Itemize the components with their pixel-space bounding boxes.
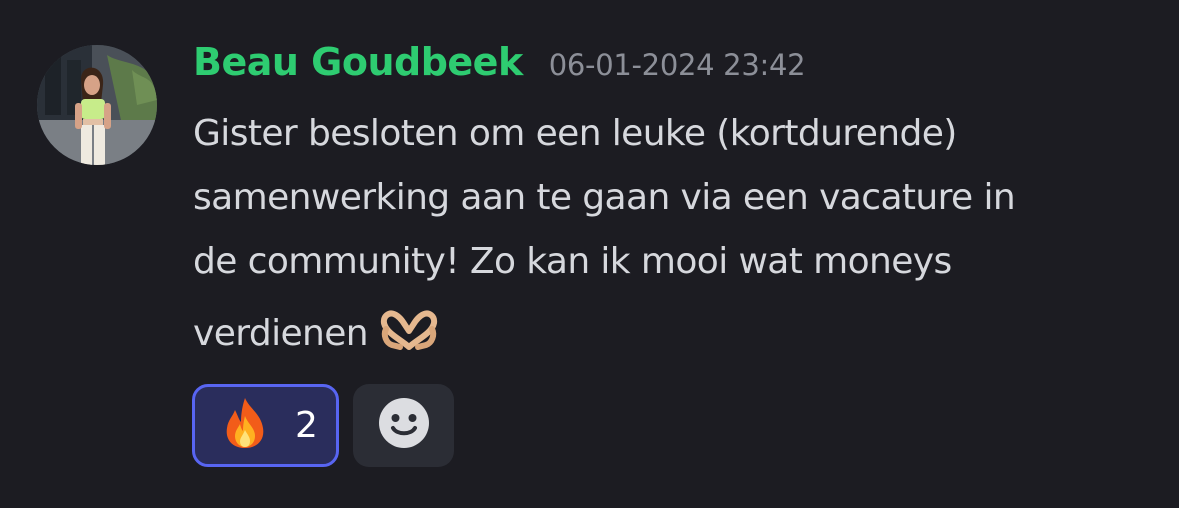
heart-hands-icon	[380, 308, 438, 372]
message-header: Beau Goudbeek 06-01-2024 23:42	[193, 40, 806, 100]
message-line: Gister besloten om een leuke (kortdurend…	[193, 113, 957, 154]
message-line: samenwerking aan te gaan via een vacatur…	[193, 177, 1016, 218]
smiley-add-reaction-icon	[378, 397, 430, 454]
message-line-last: verdienen	[193, 302, 1153, 372]
add-reaction-button[interactable]	[353, 384, 454, 467]
timestamp: 06-01-2024 23:42	[548, 48, 806, 82]
avatar[interactable]	[37, 45, 157, 165]
reactions-bar: 2	[192, 384, 454, 467]
message-line: de community! Zo kan ik mooi wat moneys	[193, 241, 952, 282]
message-content: Gister besloten om een leuke (kortdurend…	[193, 102, 1153, 372]
username[interactable]: Beau Goudbeek	[193, 40, 523, 84]
fire-icon	[221, 396, 269, 455]
reaction-count: 2	[295, 405, 318, 446]
avatar-photo	[37, 45, 157, 165]
message-line: verdienen	[193, 313, 369, 354]
reaction-fire[interactable]: 2	[192, 384, 339, 467]
chat-message: Beau Goudbeek 06-01-2024 23:42 Gister be…	[0, 0, 1179, 508]
